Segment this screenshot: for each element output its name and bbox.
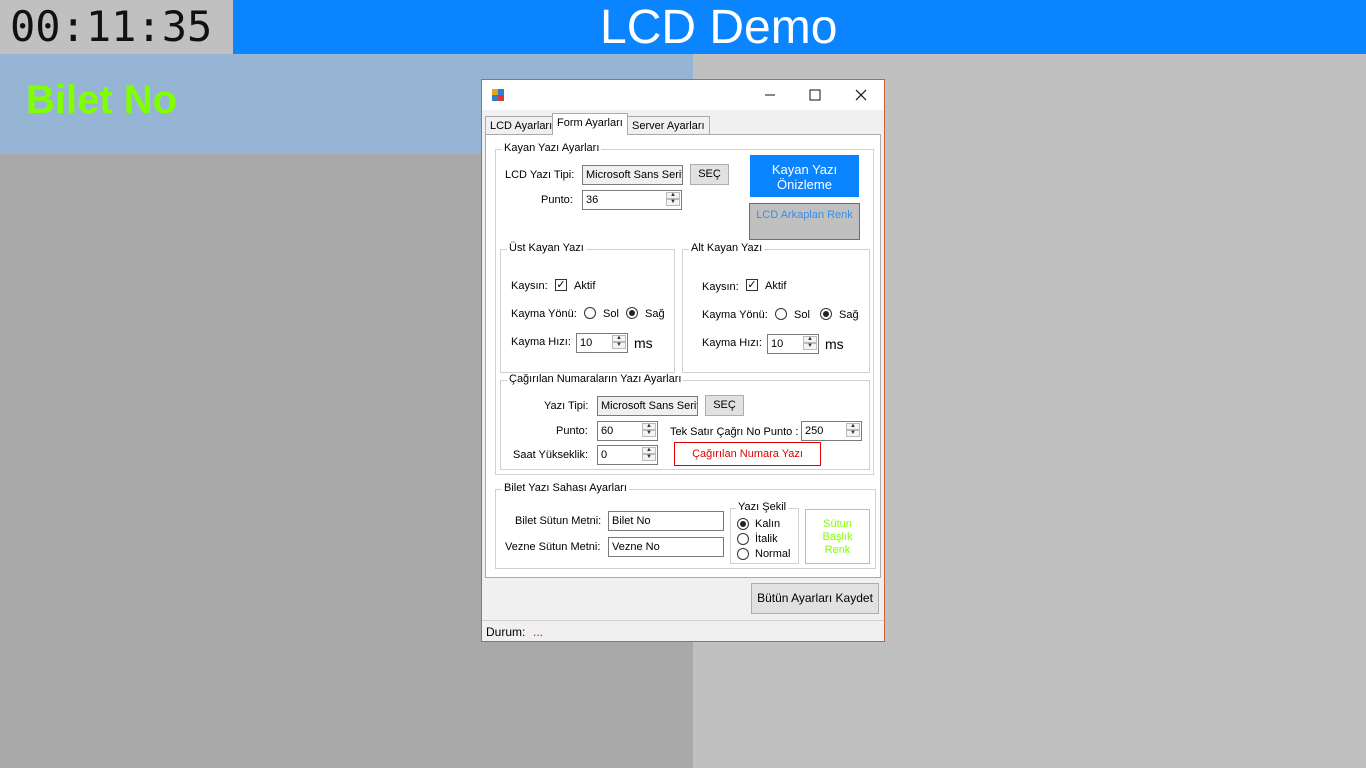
group-title: Çağırılan Numaraların Yazı Ayarları <box>507 373 684 385</box>
kaysin-label: Kaysın: <box>702 281 739 293</box>
spin-arrows-icon[interactable]: ▲ ▼ <box>803 336 817 352</box>
kayma-yonu-label: Kayma Yönü: <box>702 309 768 321</box>
cagrilan-punto-stepper[interactable]: 60 ▲ ▼ <box>597 421 658 441</box>
alt-aktif-checkbox[interactable]: ✓ <box>746 279 758 291</box>
cagrilan-numara-color-button[interactable]: Çağırılan Numara Yazı <box>674 442 821 466</box>
punto-stepper[interactable]: 36 ▲ ▼ <box>582 190 682 210</box>
kalin-label: Kalın <box>755 518 781 530</box>
group-title: Kayan Yazı Ayarları <box>502 142 602 154</box>
group-alt-kayan: Alt Kayan Yazı Kaysın: ✓ Aktif Kayma Yön… <box>682 242 870 373</box>
header-title: LCD Demo <box>600 1 838 54</box>
ust-sol-radio[interactable] <box>584 307 596 319</box>
saat-yukseklik-stepper[interactable]: 0 ▲ ▼ <box>597 445 658 465</box>
sol-label: Sol <box>794 309 810 321</box>
group-title: Yazı Şekil <box>736 501 789 513</box>
spin-arrows-icon[interactable]: ▲ ▼ <box>846 423 860 439</box>
punto-value: 60 <box>601 425 614 437</box>
app-icon <box>491 88 505 102</box>
tek-satir-stepper[interactable]: 250 ▲ ▼ <box>801 421 862 441</box>
italik-label: İtalik <box>755 533 778 545</box>
punto-value: 36 <box>586 194 599 206</box>
group-bilet-yazi: Bilet Yazı Sahası Ayarları Bilet Sütun M… <box>495 482 876 569</box>
minimize-icon[interactable] <box>747 80 793 110</box>
status-label: Durum: <box>486 625 526 639</box>
sol-label: Sol <box>603 308 619 320</box>
spin-arrows-icon[interactable]: ▲ ▼ <box>612 335 626 351</box>
saat-value: 0 <box>601 449 608 461</box>
alt-hiz-stepper[interactable]: 10 ▲ ▼ <box>767 334 819 354</box>
save-all-button[interactable]: Bütün Ayarları Kaydet <box>751 583 879 614</box>
hiz-value: 10 <box>580 337 593 349</box>
unit-label: ms <box>634 335 653 351</box>
normal-label: Normal <box>755 548 791 560</box>
sag-label: Sağ <box>645 308 665 320</box>
group-yazi-sekil: Yazı Şekil Kalın İtalik Normal <box>730 501 799 564</box>
kalin-radio[interactable] <box>737 518 749 530</box>
bilet-sutun-input[interactable]: Bilet No <box>608 511 724 531</box>
vezne-sutun-input[interactable]: Vezne No <box>608 537 724 557</box>
settings-dialog: LCD Ayarları Form Ayarları Server Ayarla… <box>481 79 885 642</box>
lcd-font-select-button[interactable]: SEÇ <box>690 164 729 185</box>
status-divider <box>482 620 884 621</box>
lcd-bg-color-button[interactable]: LCD Arkaplan Renk <box>749 203 860 240</box>
group-title: Alt Kayan Yazı <box>689 242 765 254</box>
tek-satir-label: Tek Satır Çağrı No Punto : <box>670 426 799 438</box>
alt-sol-radio[interactable] <box>775 308 787 320</box>
spin-arrows-icon[interactable]: ▲ ▼ <box>642 447 656 463</box>
hiz-value: 10 <box>771 338 784 350</box>
vezne-sutun-label: Vezne Sütun Metni: <box>505 541 601 553</box>
sutun-baslik-color-button[interactable]: Sütun Başlık Renk <box>805 509 870 564</box>
aktif-label: Aktif <box>765 280 787 292</box>
punto-label: Punto: <box>541 194 573 206</box>
sag-label: Sağ <box>839 309 859 321</box>
unit-label: ms <box>825 336 844 352</box>
group-cagrilan: Çağırılan Numaraların Yazı Ayarları Yazı… <box>500 373 870 470</box>
kayma-hizi-label: Kayma Hızı: <box>511 336 571 348</box>
kayma-yonu-label: Kayma Yönü: <box>511 308 577 320</box>
italik-radio[interactable] <box>737 533 749 545</box>
kayan-preview-button[interactable]: Kayan Yazı Önizleme <box>750 155 859 197</box>
tab-page-form: Kayan Yazı Ayarları LCD Yazı Tipi: Micro… <box>485 134 881 578</box>
saat-yukseklik-label: Saat Yükseklik: <box>513 449 589 461</box>
ust-hiz-stepper[interactable]: 10 ▲ ▼ <box>576 333 628 353</box>
yazi-tipi-label: Yazı Tipi: <box>544 400 589 412</box>
dialog-titlebar <box>482 80 884 110</box>
alt-sag-radio[interactable] <box>820 308 832 320</box>
cagrilan-font-select-button[interactable]: SEÇ <box>705 395 744 416</box>
kaysin-label: Kaysın: <box>511 280 548 292</box>
ust-sag-radio[interactable] <box>626 307 638 319</box>
ticket-column-label: Bilet No <box>26 78 178 122</box>
close-icon[interactable] <box>838 80 884 110</box>
maximize-icon[interactable] <box>792 80 838 110</box>
group-kayan-yazi: Kayan Yazı Ayarları LCD Yazı Tipi: Micro… <box>495 142 874 475</box>
lcd-font-field[interactable]: Microsoft Sans Serif <box>582 165 683 185</box>
lcd-font-label: LCD Yazı Tipi: <box>505 169 575 181</box>
bilet-sutun-label: Bilet Sütun Metni: <box>515 515 602 527</box>
tab-server-ayarlari[interactable]: Server Ayarları <box>627 116 710 134</box>
tek-satir-value: 250 <box>805 425 824 437</box>
spin-arrows-icon[interactable]: ▲ ▼ <box>642 423 656 439</box>
spin-arrows-icon[interactable]: ▲ ▼ <box>666 192 680 208</box>
cagrilan-font-field[interactable]: Microsoft Sans Serif <box>597 396 698 416</box>
kayma-hizi-label: Kayma Hızı: <box>702 337 762 349</box>
group-title: Bilet Yazı Sahası Ayarları <box>502 482 629 494</box>
group-ust-kayan: Üst Kayan Yazı Kaysın: ✓ Aktif Kayma Yön… <box>500 242 675 373</box>
aktif-label: Aktif <box>574 280 596 292</box>
status-value: ... <box>533 625 544 639</box>
punto-label: Punto: <box>556 425 588 437</box>
clock-display: 00:11:35 <box>0 0 233 54</box>
ust-aktif-checkbox[interactable]: ✓ <box>555 279 567 291</box>
tab-lcd-ayarlari[interactable]: LCD Ayarları <box>485 116 558 134</box>
group-title: Üst Kayan Yazı <box>507 242 586 254</box>
normal-radio[interactable] <box>737 548 749 560</box>
tab-form-ayarlari[interactable]: Form Ayarları <box>552 113 628 135</box>
